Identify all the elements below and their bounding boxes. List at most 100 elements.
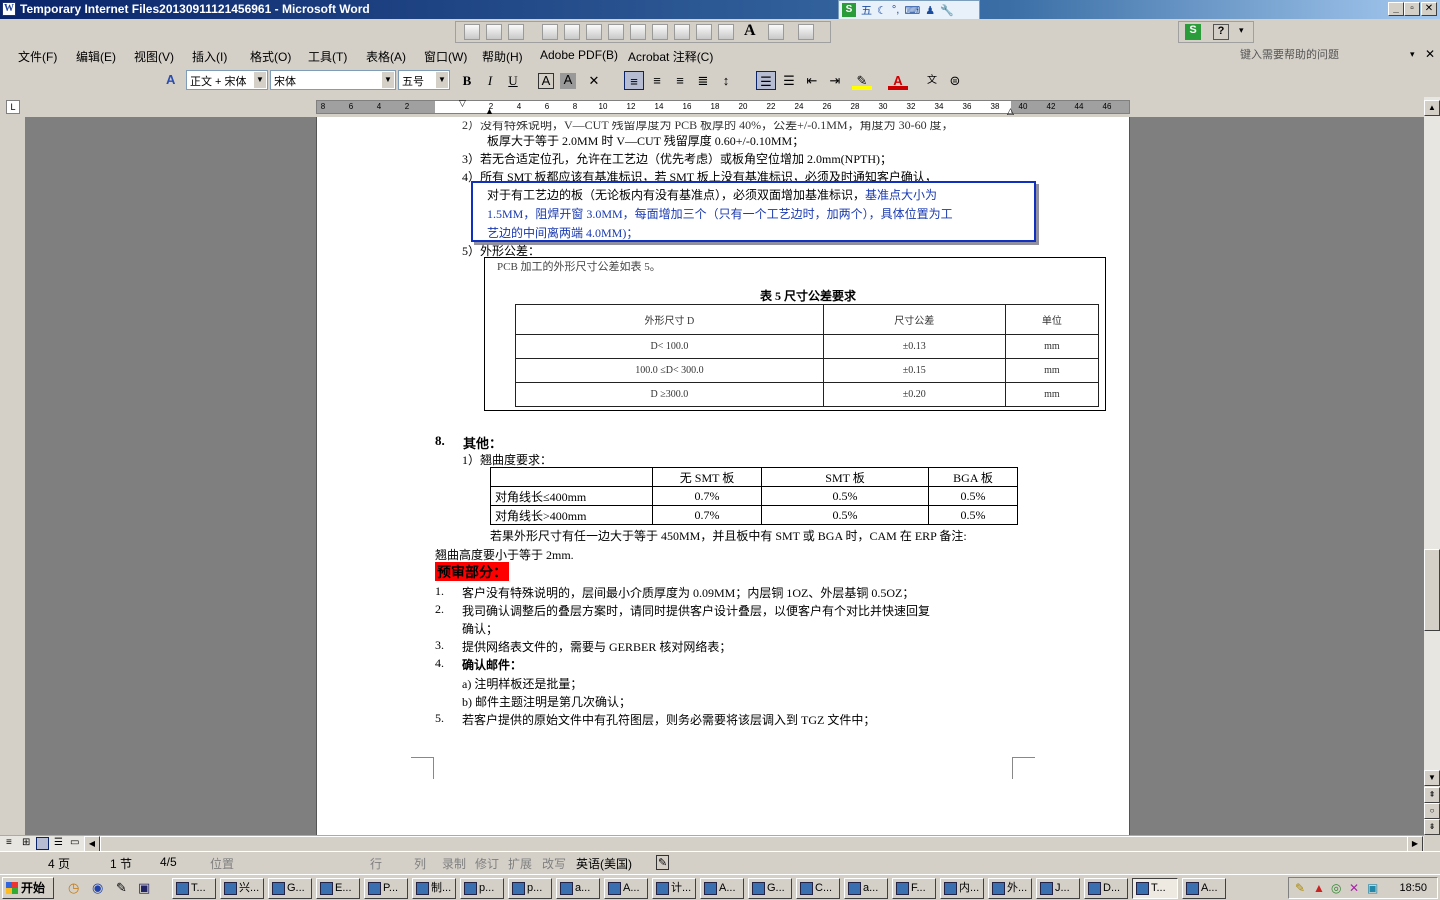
task-button[interactable]: 计... xyxy=(652,878,696,899)
hanging-indent-handle[interactable]: ▲ xyxy=(485,106,494,116)
task-button[interactable]: G... xyxy=(748,878,792,899)
task-button[interactable]: G... xyxy=(268,878,312,899)
radio-icon[interactable] xyxy=(608,24,624,40)
text-line[interactable]: 板厚大于等于 2.0MM 时 V—CUT 残留厚度 0.60+/-0.10MM； xyxy=(487,132,804,149)
tolerance-table-image[interactable]: PCB 加工的外形尺寸公差如表 5。 表 5 尺寸公差要求 外形尺寸 D 尺寸公… xyxy=(484,257,1106,411)
list-item[interactable]: a) 注明样板还是批量； xyxy=(462,675,582,692)
list-item[interactable]: 若客户提供的原始文件中有孔符图层，则务必需要将该层调入到 TGZ 文件中； xyxy=(462,711,875,728)
scroll-thumb[interactable] xyxy=(1424,549,1440,631)
scrollbar-field-icon[interactable] xyxy=(674,24,690,40)
task-button[interactable]: J... xyxy=(1036,878,1080,899)
quicklaunch-save-icon[interactable]: ▣ xyxy=(138,880,150,896)
help-dropdown-icon[interactable]: ▾ xyxy=(1410,49,1415,60)
reading-view-icon[interactable]: ▭ xyxy=(70,837,79,848)
chevron-down-icon[interactable]: ▼ xyxy=(254,72,266,88)
font-a-icon[interactable]: A xyxy=(744,22,756,40)
ime-toolbar[interactable]: S 五 ☾ °, ⌨ ♟ 🔧 xyxy=(838,0,980,20)
text-line[interactable]: 艺边的中间离两端 4.0MM)； xyxy=(487,224,638,241)
task-button[interactable]: T... xyxy=(172,878,216,899)
menu-adobe-pdf[interactable]: Adobe PDF(B) xyxy=(540,48,618,62)
tray-antivirus-icon[interactable]: ▲ xyxy=(1313,881,1325,895)
task-button[interactable]: P... xyxy=(364,878,408,899)
chevron-down-icon[interactable]: ▼ xyxy=(436,72,448,88)
increase-indent-icon[interactable]: ⇥ xyxy=(825,71,845,90)
pre-review-heading[interactable]: 预审部分： xyxy=(435,562,509,581)
quicklaunch-notepad-icon[interactable]: ✎ xyxy=(116,880,127,896)
ime-logo-icon[interactable]: S xyxy=(842,3,856,17)
scroll-left-icon[interactable]: ◀ xyxy=(84,836,100,852)
task-button[interactable]: F... xyxy=(892,878,936,899)
task-button[interactable]: D... xyxy=(1084,878,1128,899)
status-ovr[interactable]: 改写 xyxy=(542,855,566,872)
image-icon[interactable] xyxy=(768,24,784,40)
task-button[interactable]: 制... xyxy=(412,878,456,899)
style-combo[interactable]: 正文 + 宋体 ▼ xyxy=(186,70,268,90)
char-border-icon[interactable]: A xyxy=(538,73,554,89)
list-item[interactable]: 确认； xyxy=(462,620,498,637)
draw-icon[interactable] xyxy=(464,24,480,40)
clock[interactable]: 18:50 xyxy=(1399,882,1427,894)
task-button[interactable]: E... xyxy=(316,878,360,899)
task-button[interactable]: A... xyxy=(700,878,744,899)
task-button[interactable]: a... xyxy=(844,878,888,899)
spinner-icon[interactable] xyxy=(696,24,712,40)
right-indent-handle[interactable]: △ xyxy=(1007,106,1014,117)
menu-edit[interactable]: 编辑(E) xyxy=(76,48,116,65)
bullets-button[interactable]: ☰ xyxy=(779,71,799,90)
scroll-up-icon[interactable]: ▲ xyxy=(1424,100,1440,116)
quicklaunch-clock-icon[interactable]: ◷ xyxy=(68,880,79,896)
tools-icon[interactable] xyxy=(798,24,814,40)
task-button[interactable]: a... xyxy=(556,878,600,899)
text-line[interactable]: 1.5MM，阻焊开窗 3.0MM，每面增加三个（只有一个工艺边时，加两个），具体… xyxy=(487,205,953,222)
menu-format[interactable]: 格式(O) xyxy=(250,48,291,65)
list-item[interactable]: b) 邮件主题注明是第几次确认； xyxy=(462,693,631,710)
decrease-indent-icon[interactable]: ⇤ xyxy=(802,71,822,90)
chevron-down-icon[interactable]: ▼ xyxy=(382,72,394,88)
text-line[interactable]: 若果外形尺寸有任一边大于等于 450MM，并且板中有 SMT 或 BGA 时，C… xyxy=(490,527,967,544)
normal-view-icon[interactable]: ≡ xyxy=(6,837,12,848)
prev-page-icon[interactable]: ⇞ xyxy=(1424,787,1440,803)
checkbox-field-icon[interactable] xyxy=(542,24,558,40)
menu-view[interactable]: 视图(V) xyxy=(134,48,174,65)
help-search-input[interactable]: 键入需要帮助的问题 xyxy=(1240,46,1420,64)
status-language[interactable]: 英语(美国) xyxy=(576,855,632,872)
task-button[interactable]: p... xyxy=(460,878,504,899)
help-icon[interactable]: ? xyxy=(1213,24,1229,40)
line-spacing-icon[interactable]: ↕ xyxy=(716,71,736,90)
vertical-scrollbar[interactable]: ▲ ▼ ⇞ ○ ⇟ xyxy=(1424,97,1440,835)
task-button[interactable]: A... xyxy=(604,878,648,899)
char-scale-icon[interactable]: ✕ xyxy=(584,71,604,90)
minimize-button[interactable]: _ xyxy=(1388,2,1404,16)
status-rec[interactable]: 录制 xyxy=(442,855,466,872)
char-shading-icon[interactable]: A xyxy=(560,73,576,89)
task-button[interactable]: C... xyxy=(796,878,840,899)
task-button[interactable]: 兴... xyxy=(220,878,264,899)
task-button[interactable]: A... xyxy=(1182,878,1226,899)
line-icon[interactable] xyxy=(586,24,602,40)
status-ext[interactable]: 扩展 xyxy=(508,855,532,872)
text-line[interactable]: 3）若无合适定位孔，允许在工艺边（优先考虑）或板角空位增加 2.0mm(NPTH… xyxy=(462,150,892,167)
underline-button[interactable]: U xyxy=(503,71,523,90)
maximize-button[interactable]: ▫ xyxy=(1404,2,1420,16)
spelling-icon[interactable]: ✎ xyxy=(656,855,670,870)
punctuation-icon[interactable]: °, xyxy=(892,4,899,16)
list-item[interactable]: 我司确认调整后的叠层方案时，请同时提供客户设计叠层，以便客户有个对比并快速回复 xyxy=(462,602,930,619)
enclose-char-icon[interactable]: ⊜ xyxy=(945,71,965,90)
web-view-icon[interactable]: ⊞ xyxy=(22,837,30,848)
print-view-icon[interactable] xyxy=(36,837,49,850)
text-line[interactable]: 翘曲高度要小于等于 2mm. xyxy=(435,546,574,563)
browse-object-icon[interactable]: ○ xyxy=(1424,803,1440,819)
text-line[interactable]: 1）翘曲度要求： xyxy=(462,451,552,468)
menu-insert[interactable]: 插入(I) xyxy=(192,48,227,65)
toolbar-options-icon[interactable]: ▾ xyxy=(1239,25,1244,36)
ime-mode-label[interactable]: 五 xyxy=(861,2,872,18)
word-app-icon[interactable]: W xyxy=(2,2,16,16)
tray-network-icon[interactable]: ◎ xyxy=(1331,881,1341,895)
first-line-indent-handle[interactable]: ▽ xyxy=(459,98,466,109)
tray-pen-icon[interactable]: ✎ xyxy=(1295,881,1305,895)
list-item[interactable]: 客户没有特殊说明的，层间最小介质厚度为 0.09MM；内层铜 1OZ、外层基铜 … xyxy=(462,584,914,601)
keyboard-icon[interactable]: ⌨ xyxy=(904,4,920,17)
task-button[interactable]: 内... xyxy=(940,878,984,899)
section-title[interactable]: 其他： xyxy=(463,433,502,452)
task-button[interactable]: p... xyxy=(508,878,552,899)
